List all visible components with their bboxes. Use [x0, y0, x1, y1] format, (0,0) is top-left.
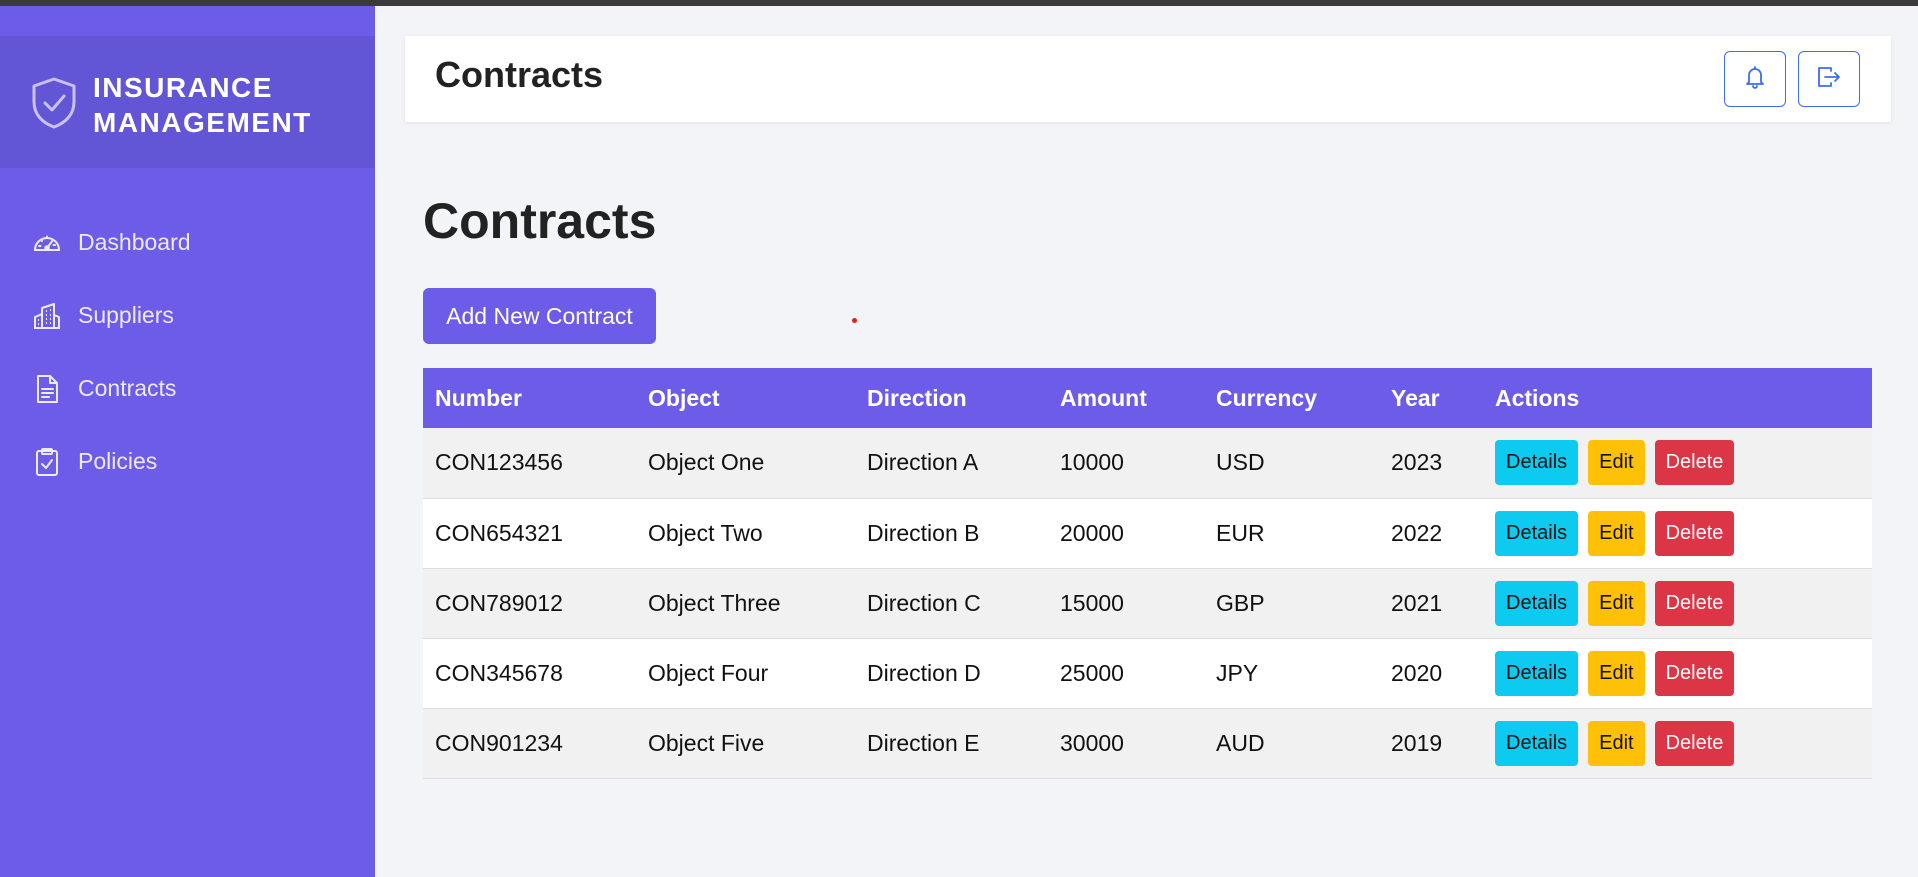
- bell-icon: [1743, 65, 1767, 94]
- sidebar-item-label: Contracts: [78, 375, 177, 401]
- cell-year: 2023: [1391, 449, 1443, 476]
- cell-number: CON789012: [435, 589, 563, 616]
- gauge-icon: [32, 228, 62, 258]
- details-button[interactable]: Details: [1495, 720, 1579, 766]
- details-button[interactable]: Details: [1495, 580, 1579, 626]
- cell-object: Object Three: [648, 589, 781, 616]
- cell-actions: Details Edit Delete: [1483, 428, 1872, 498]
- notifications-button[interactable]: [1724, 51, 1786, 107]
- table-row: CON901234 Object Five Direction E 30000 …: [423, 708, 1872, 778]
- edit-button[interactable]: Edit: [1588, 580, 1645, 626]
- column-header-amount: Amount: [1060, 384, 1147, 411]
- column-header-object: Object: [648, 384, 720, 411]
- cell-currency: GBP: [1216, 589, 1265, 616]
- clipboard-check-icon: [32, 447, 62, 477]
- cell-actions: Details Edit Delete: [1483, 568, 1872, 638]
- cell-number: CON901234: [435, 729, 563, 756]
- cell-currency: EUR: [1216, 519, 1265, 546]
- cell-amount: 20000: [1060, 519, 1124, 546]
- cell-direction: Direction D: [867, 659, 981, 686]
- delete-button[interactable]: Delete: [1654, 580, 1735, 626]
- delete-button[interactable]: Delete: [1654, 440, 1735, 486]
- table-header-row: Number Object Direction Amount Currency …: [423, 368, 1872, 428]
- cell-object: Object Two: [648, 519, 763, 546]
- sidebar: INSURANCE MANAGEMENT Dashboard Suppliers…: [0, 6, 375, 877]
- cell-currency: USD: [1216, 449, 1265, 476]
- table-row: CON123456 Object One Direction A 10000 U…: [423, 428, 1872, 498]
- brand[interactable]: INSURANCE MANAGEMENT: [0, 36, 375, 168]
- details-button[interactable]: Details: [1495, 440, 1579, 486]
- cell-direction: Direction C: [867, 589, 981, 616]
- add-contract-button[interactable]: Add New Contract: [423, 288, 656, 344]
- cell-currency: JPY: [1216, 659, 1259, 686]
- delete-button[interactable]: Delete: [1654, 720, 1735, 766]
- logout-button[interactable]: [1798, 51, 1860, 107]
- cell-number: CON123456: [435, 449, 563, 476]
- cell-number: CON345678: [435, 659, 563, 686]
- cell-direction: Direction E: [867, 729, 980, 756]
- logout-icon: [1816, 65, 1842, 94]
- column-header-number: Number: [435, 384, 522, 411]
- header-title: Contracts: [435, 54, 604, 95]
- edit-button[interactable]: Edit: [1588, 720, 1645, 766]
- building-icon: [32, 301, 62, 331]
- sidebar-item-label: Suppliers: [78, 302, 174, 328]
- cursor-dot: [852, 318, 857, 323]
- table-row: CON789012 Object Three Direction C 15000…: [423, 568, 1872, 638]
- details-button[interactable]: Details: [1495, 650, 1579, 696]
- sidebar-item-dashboard[interactable]: Dashboard: [0, 206, 375, 279]
- shield-check-icon: [30, 76, 78, 130]
- column-header-actions: Actions: [1495, 384, 1580, 411]
- cell-number: CON654321: [435, 519, 563, 546]
- cell-actions: Details Edit Delete: [1483, 498, 1872, 568]
- table-row: CON345678 Object Four Direction D 25000 …: [423, 638, 1872, 708]
- edit-button[interactable]: Edit: [1588, 510, 1645, 556]
- cell-year: 2022: [1391, 519, 1443, 546]
- cell-object: Object Five: [648, 729, 765, 756]
- sidebar-item-label: Policies: [78, 448, 158, 474]
- delete-button[interactable]: Delete: [1654, 510, 1735, 556]
- cell-currency: AUD: [1216, 729, 1265, 756]
- column-header-direction: Direction: [867, 384, 967, 411]
- sidebar-item-suppliers[interactable]: Suppliers: [0, 279, 375, 352]
- cell-object: Object Four: [648, 659, 769, 686]
- sidebar-item-contracts[interactable]: Contracts: [0, 352, 375, 425]
- sidebar-nav: Dashboard Suppliers Contracts Policies: [0, 206, 375, 498]
- cell-actions: Details Edit Delete: [1483, 638, 1872, 708]
- cell-actions: Details Edit Delete: [1483, 708, 1872, 778]
- page-title: Contracts: [423, 193, 657, 249]
- delete-button[interactable]: Delete: [1654, 650, 1735, 696]
- column-header-year: Year: [1391, 384, 1440, 411]
- cell-amount: 25000: [1060, 659, 1124, 686]
- cell-direction: Direction A: [867, 449, 979, 476]
- details-button[interactable]: Details: [1495, 510, 1579, 556]
- cell-amount: 10000: [1060, 449, 1124, 476]
- cell-amount: 30000: [1060, 729, 1124, 756]
- edit-button[interactable]: Edit: [1588, 650, 1645, 696]
- edit-button[interactable]: Edit: [1588, 440, 1645, 486]
- header-card: Contracts: [405, 36, 1891, 122]
- column-header-currency: Currency: [1216, 384, 1317, 411]
- cell-amount: 15000: [1060, 589, 1124, 616]
- cell-year: 2020: [1391, 659, 1443, 686]
- cell-direction: Direction B: [867, 519, 980, 546]
- brand-title: INSURANCE MANAGEMENT: [93, 72, 312, 138]
- cell-year: 2021: [1391, 589, 1443, 616]
- cell-object: Object One: [648, 449, 765, 476]
- contracts-table: Number Object Direction Amount Currency …: [423, 368, 1872, 779]
- cell-year: 2019: [1391, 729, 1443, 756]
- sidebar-item-policies[interactable]: Policies: [0, 425, 375, 498]
- document-icon: [32, 374, 62, 404]
- table-row: CON654321 Object Two Direction B 20000 E…: [423, 498, 1872, 568]
- sidebar-item-label: Dashboard: [78, 229, 191, 255]
